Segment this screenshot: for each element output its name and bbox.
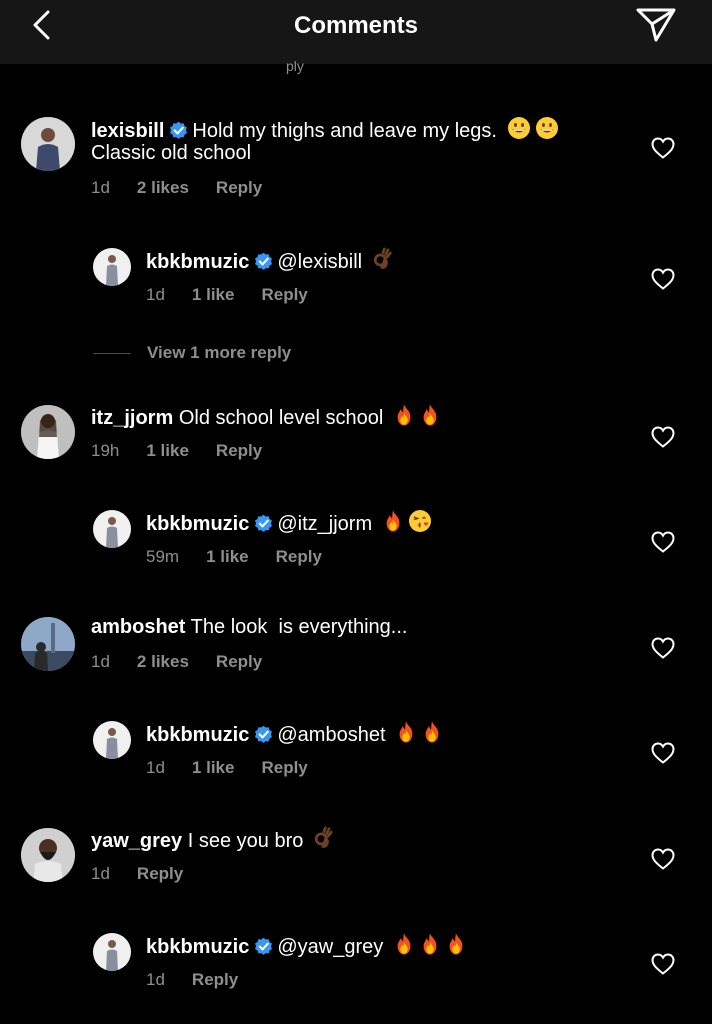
avatar-itz_jjorm[interactable] [21,405,75,459]
reply-meta: 1d 1 like Reply [146,758,335,778]
avatar-kbkbmuzic[interactable] [93,933,131,971]
comment-body: I see you bro [187,830,304,852]
mention-link[interactable]: @yaw_grey [277,936,383,958]
like-heart-icon[interactable] [651,953,675,975]
reply-button[interactable]: Reply [216,652,262,672]
likes-count[interactable]: 1 like [192,758,235,778]
cut-off-reply-text: ply [286,58,304,74]
reply-meta: 1d Reply [146,970,265,990]
avatar-kbkbmuzic[interactable] [93,248,131,286]
fire-emoji-icon [419,932,441,956]
verified-badge-icon [169,121,188,140]
direct-message-icon[interactable] [634,4,678,44]
reply-text: kbkbmuzic @itz_jjorm [146,509,432,537]
username[interactable]: kbkbmuzic [146,936,249,958]
fire-emoji-icon [382,509,404,533]
likes-count[interactable]: 1 like [192,285,235,305]
reply-button[interactable]: Reply [216,178,262,198]
avatar-kbkbmuzic[interactable] [93,721,131,759]
likes-count[interactable]: 2 likes [137,178,189,198]
mention-link[interactable]: @lexisbill [277,251,362,273]
comment-body-line2: Classic old school [91,142,252,164]
username[interactable]: kbkbmuzic [146,513,249,535]
fire-emoji-icon [393,932,415,956]
view-more-label: View 1 more reply [147,343,292,362]
header-bar: Comments [0,0,712,64]
timestamp: 1d [146,970,165,989]
comment-text: yaw_grey I see you bro [91,826,335,854]
timestamp: 59m [146,547,180,566]
likes-count[interactable]: 1 like [206,547,249,567]
comment-body: The look is everything... [190,616,408,638]
view-more-replies-button[interactable]: View 1 more reply [93,343,291,363]
like-heart-icon[interactable] [651,848,675,870]
like-heart-icon[interactable] [651,531,675,553]
timestamp: 1d [91,864,110,883]
avatar-lexisbill[interactable] [21,117,75,171]
like-heart-icon[interactable] [651,426,675,448]
mention-link[interactable]: @amboshet [277,724,385,746]
fire-emoji-icon [395,720,417,744]
page-title: Comments [293,12,419,39]
timestamp: 1d [146,285,165,304]
username[interactable]: itz_jjorm [91,407,173,429]
comment-body: Hold my thighs and leave my legs. [192,120,497,142]
reply-meta: 1d 1 like Reply [146,285,335,305]
reply-button[interactable]: Reply [192,970,238,990]
reply-button[interactable]: Reply [276,547,322,567]
comment-text: lexisbill Hold my thighs and leave my leg… [91,116,559,144]
grinning-face-emoji-icon [507,116,531,140]
reply-button[interactable]: Reply [137,864,183,884]
comment-meta: 1d Reply [91,864,210,884]
avatar-kbkbmuzic[interactable] [93,510,131,548]
likes-count[interactable]: 1 like [146,441,189,461]
like-heart-icon[interactable] [651,137,675,159]
like-heart-icon[interactable] [651,637,675,659]
timestamp: 1d [91,652,110,671]
username[interactable]: kbkbmuzic [146,251,249,273]
like-heart-icon[interactable] [651,742,675,764]
ok-hand-emoji-icon [313,826,335,850]
like-heart-icon[interactable] [651,268,675,290]
mention-link[interactable]: @itz_jjorm [277,513,372,535]
reply-meta: 59m 1 like Reply [146,547,349,567]
verified-badge-icon [254,514,273,533]
reply-button[interactable]: Reply [216,441,262,461]
kissing-face-emoji-icon [408,509,432,533]
fire-emoji-icon [421,720,443,744]
likes-count[interactable]: 2 likes [137,652,189,672]
reply-text: kbkbmuzic @amboshet [146,720,443,748]
avatar-amboshet[interactable] [21,617,75,671]
comment-text: amboshet The look is everything... [91,615,407,640]
verified-badge-icon [254,252,273,271]
divider-line [93,353,131,355]
fire-emoji-icon [419,403,441,427]
ok-hand-emoji-icon [372,247,394,271]
fire-emoji-icon [445,932,467,956]
timestamp: 1d [91,178,110,197]
fire-emoji-icon [393,403,415,427]
username[interactable]: yaw_grey [91,830,182,852]
verified-badge-icon [254,725,273,744]
grinning-face-emoji-icon [535,116,559,140]
comment-meta: 1d 2 likes Reply [91,652,289,672]
timestamp: 1d [146,758,165,777]
comment-text: itz_jjorm Old school level school [91,403,441,431]
comment-meta: 19h 1 like Reply [91,441,289,461]
username[interactable]: amboshet [91,616,185,638]
timestamp: 19h [91,441,120,460]
verified-badge-icon [254,937,273,956]
avatar-yaw_grey[interactable] [21,828,75,882]
username[interactable]: lexisbill [91,120,164,142]
reply-text: kbkbmuzic @yaw_grey [146,932,467,960]
reply-button[interactable]: Reply [261,285,307,305]
username[interactable]: kbkbmuzic [146,724,249,746]
reply-text: kbkbmuzic @lexisbill [146,247,394,275]
reply-button[interactable]: Reply [261,758,307,778]
comment-meta: 1d 2 likes Reply [91,178,289,198]
comment-body: Old school level school [178,407,384,429]
